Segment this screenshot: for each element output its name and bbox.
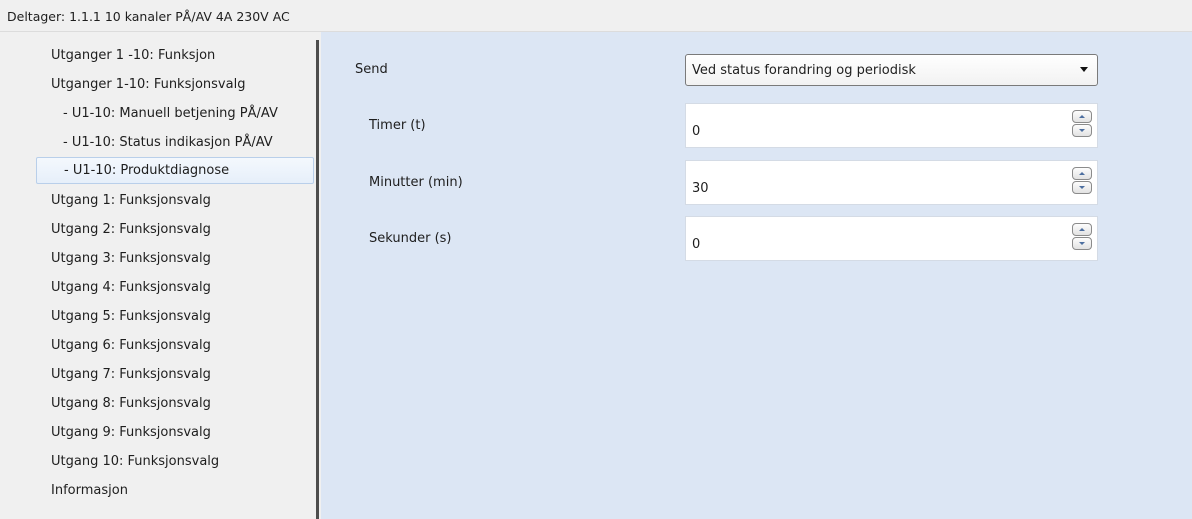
sidebar-item-information[interactable]: Informasjon: [36, 477, 314, 504]
sidebar-item-output-6[interactable]: Utgang 6: Funksjonsvalg: [36, 332, 314, 359]
arrow-down-icon: [1079, 242, 1085, 245]
sidebar-item-output-1[interactable]: Utgang 1: Funksjonsvalg: [36, 187, 314, 214]
arrow-down-icon: [1079, 129, 1085, 132]
sidebar-item-output-2[interactable]: Utgang 2: Funksjonsvalg: [36, 216, 314, 243]
send-dropdown-value: Ved status forandring og periodisk: [692, 63, 916, 78]
send-label: Send: [355, 62, 388, 77]
sidebar-item-output-4[interactable]: Utgang 4: Funksjonsvalg: [36, 274, 314, 301]
minutter-increment-button[interactable]: [1072, 167, 1092, 180]
window-title: Deltager: 1.1.1 10 kanaler PÅ/AV 4A 230V…: [7, 9, 290, 24]
sidebar-item-label: Utgang 5: Funksjonsvalg: [51, 309, 211, 324]
sidebar-item-output-9[interactable]: Utgang 9: Funksjonsvalg: [36, 419, 314, 446]
sidebar-item-label: Utgang 10: Funksjonsvalg: [51, 454, 220, 469]
sidebar-item-label: - U1-10: Produktdiagnose: [64, 163, 230, 178]
sidebar-item-outputs-function[interactable]: Utganger 1 -10: Funksjon: [36, 42, 314, 69]
minutter-decrement-button[interactable]: [1072, 181, 1092, 194]
sidebar-item-label: Utgang 8: Funksjonsvalg: [51, 396, 211, 411]
title-bar: Deltager: 1.1.1 10 kanaler PÅ/AV 4A 230V…: [0, 0, 1192, 32]
sidebar-item-label: Utgang 4: Funksjonsvalg: [51, 280, 211, 295]
sidebar-item-output-7[interactable]: Utgang 7: Funksjonsvalg: [36, 361, 314, 388]
timer-input[interactable]: [692, 124, 992, 139]
chevron-down-icon: [1080, 67, 1088, 72]
sidebar-item-product-diagnosis[interactable]: - U1-10: Produktdiagnose: [36, 157, 314, 184]
arrow-down-icon: [1079, 186, 1085, 189]
sidebar-item-label: Utganger 1 -10: Funksjon: [51, 48, 216, 63]
timer-increment-button[interactable]: [1072, 110, 1092, 123]
sidebar-item-outputs-function-selection[interactable]: Utganger 1-10: Funksjonsvalg: [36, 71, 314, 98]
sidebar-item-output-5[interactable]: Utgang 5: Funksjonsvalg: [36, 303, 314, 330]
sidebar-item-label: Utgang 2: Funksjonsvalg: [51, 222, 211, 237]
arrow-up-icon: [1079, 172, 1085, 175]
pane-splitter[interactable]: [316, 40, 319, 519]
sekunder-increment-button[interactable]: [1072, 223, 1092, 236]
sidebar-item-label: - U1-10: Manuell betjening PÅ/AV: [63, 106, 278, 121]
send-dropdown[interactable]: Ved status forandring og periodisk: [685, 54, 1098, 86]
arrow-up-icon: [1079, 115, 1085, 118]
arrow-up-icon: [1079, 228, 1085, 231]
sidebar-item-output-8[interactable]: Utgang 8: Funksjonsvalg: [36, 390, 314, 417]
timer-decrement-button[interactable]: [1072, 124, 1092, 137]
minutter-spinbox: [685, 160, 1098, 205]
sidebar-item-output-3[interactable]: Utgang 3: Funksjonsvalg: [36, 245, 314, 272]
sekunder-input[interactable]: [692, 237, 992, 252]
sekunder-label: Sekunder (s): [369, 231, 452, 246]
sidebar-item-label: Informasjon: [51, 483, 128, 498]
sidebar-item-label: Utgang 9: Funksjonsvalg: [51, 425, 211, 440]
sidebar-item-label: Utgang 1: Funksjonsvalg: [51, 193, 211, 208]
timer-label: Timer (t): [369, 118, 426, 133]
minutter-label: Minutter (min): [369, 175, 463, 190]
sidebar-item-label: Utganger 1-10: Funksjonsvalg: [51, 77, 246, 92]
sidebar-item-label: Utgang 6: Funksjonsvalg: [51, 338, 211, 353]
sekunder-spinbox: [685, 216, 1098, 261]
sidebar-item-manual-operation[interactable]: - U1-10: Manuell betjening PÅ/AV: [36, 100, 314, 127]
timer-spinbox: [685, 103, 1098, 148]
sidebar-item-output-10[interactable]: Utgang 10: Funksjonsvalg: [36, 448, 314, 475]
minutter-input[interactable]: [692, 181, 992, 196]
sidebar: Utganger 1 -10: Funksjon Utganger 1-10: …: [0, 32, 318, 519]
sidebar-item-label: Utgang 3: Funksjonsvalg: [51, 251, 211, 266]
sidebar-item-status-indication[interactable]: - U1-10: Status indikasjon PÅ/AV: [36, 129, 314, 156]
sekunder-decrement-button[interactable]: [1072, 237, 1092, 250]
sidebar-item-label: - U1-10: Status indikasjon PÅ/AV: [63, 135, 273, 150]
sidebar-item-label: Utgang 7: Funksjonsvalg: [51, 367, 211, 382]
